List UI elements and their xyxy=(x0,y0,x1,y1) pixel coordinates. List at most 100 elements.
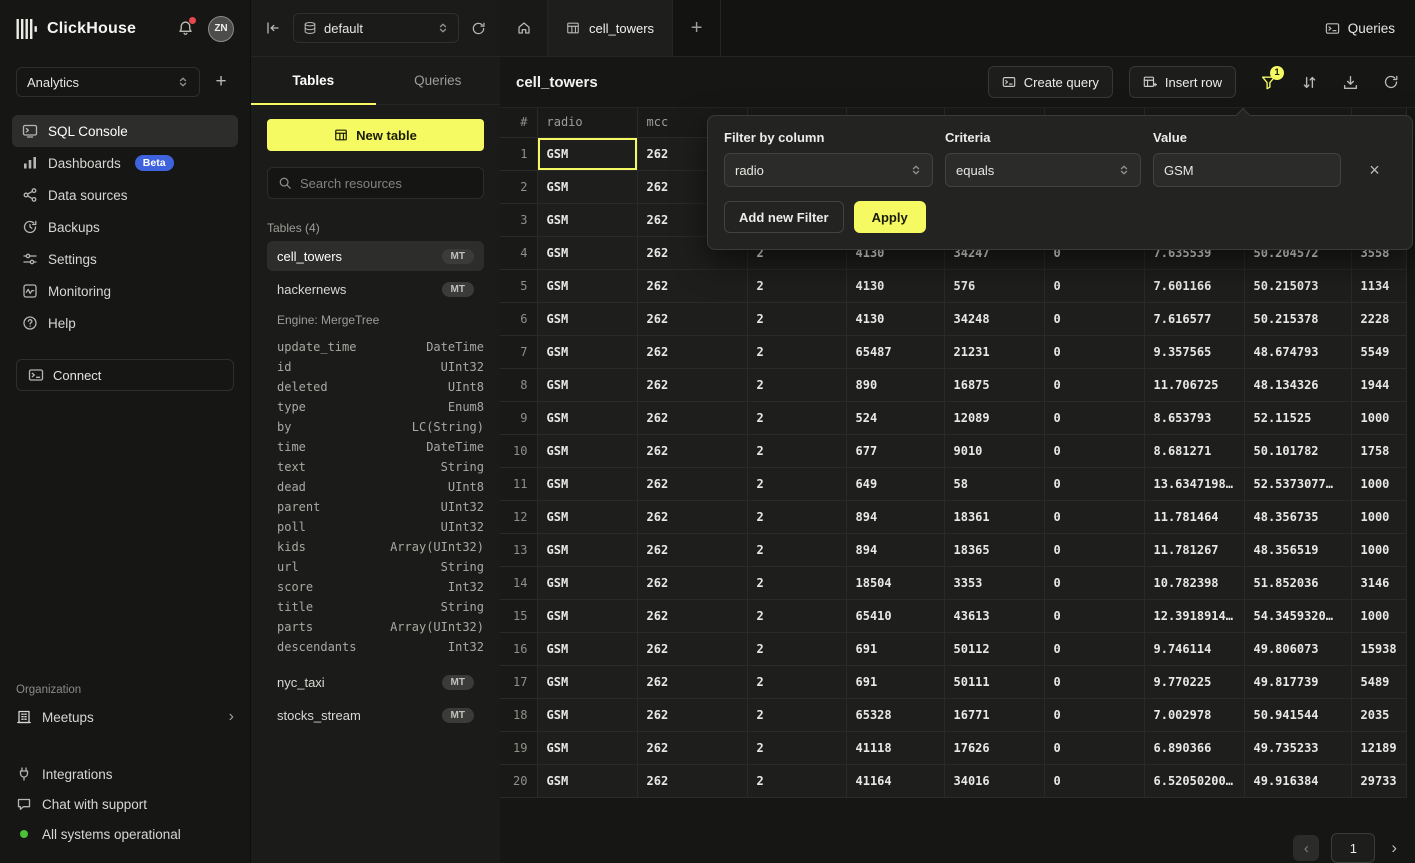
grid-cell[interactable]: 50.101782 xyxy=(1244,434,1351,467)
insert-row-button[interactable]: Insert row xyxy=(1129,66,1236,98)
grid-cell[interactable]: GSM xyxy=(537,500,637,533)
grid-cell[interactable]: GSM xyxy=(537,467,637,500)
grid-cell[interactable]: 894 xyxy=(846,500,944,533)
grid-cell[interactable]: 50.941544 xyxy=(1244,698,1351,731)
grid-cell[interactable]: 262 xyxy=(637,599,747,632)
grid-cell[interactable]: 576 xyxy=(944,269,1044,302)
grid-cell[interactable]: 262 xyxy=(637,269,747,302)
grid-cell[interactable]: 0 xyxy=(1044,500,1144,533)
grid-cell[interactable]: 13.6347198… xyxy=(1144,467,1244,500)
grid-cell[interactable]: 21231 xyxy=(944,335,1044,368)
grid-cell[interactable]: 48.134326 xyxy=(1244,368,1351,401)
refresh-grid-button[interactable] xyxy=(1383,74,1399,90)
grid-cell[interactable]: 12089 xyxy=(944,401,1044,434)
grid-cell[interactable]: 12.3918914… xyxy=(1144,599,1244,632)
grid-cell[interactable]: 41118 xyxy=(846,731,944,764)
database-selector[interactable]: default xyxy=(293,13,459,43)
grid-cell[interactable]: 2 xyxy=(747,764,846,797)
page-indicator[interactable]: 1 xyxy=(1331,833,1375,863)
grid-cell[interactable]: 0 xyxy=(1044,533,1144,566)
grid-cell[interactable]: 1000 xyxy=(1351,599,1406,632)
grid-cell[interactable]: 49.735233 xyxy=(1244,731,1351,764)
grid-cell[interactable]: GSM xyxy=(537,137,637,170)
grid-cell[interactable]: 52.11525 xyxy=(1244,401,1351,434)
grid-cell[interactable]: 0 xyxy=(1044,302,1144,335)
grid-cell[interactable]: 9010 xyxy=(944,434,1044,467)
grid-cell[interactable]: GSM xyxy=(537,566,637,599)
new-table-button[interactable]: New table xyxy=(267,119,484,151)
org-item-meetups[interactable]: Meetups› xyxy=(16,701,234,733)
grid-cell[interactable]: 0 xyxy=(1044,368,1144,401)
grid-cell[interactable]: 34016 xyxy=(944,764,1044,797)
table-item-cell_towers[interactable]: cell_towersMT xyxy=(267,241,484,271)
next-page-button[interactable]: › xyxy=(1387,838,1401,858)
grid-cell[interactable]: 262 xyxy=(637,434,747,467)
grid-cell[interactable]: 7.002978 xyxy=(1144,698,1244,731)
grid-cell[interactable]: 262 xyxy=(637,368,747,401)
grid-cell[interactable]: 262 xyxy=(637,401,747,434)
grid-cell[interactable]: 29733 xyxy=(1351,764,1406,797)
grid-cell[interactable]: 262 xyxy=(637,533,747,566)
grid-cell[interactable]: 11.706725 xyxy=(1144,368,1244,401)
grid-cell[interactable]: 0 xyxy=(1044,764,1144,797)
grid-cell[interactable]: GSM xyxy=(537,368,637,401)
add-new-filter-button[interactable]: Add new Filter xyxy=(724,201,844,233)
grid-cell[interactable]: GSM xyxy=(537,170,637,203)
grid-cell[interactable]: 262 xyxy=(637,764,747,797)
grid-cell[interactable]: 43613 xyxy=(944,599,1044,632)
grid-cell[interactable]: 4130 xyxy=(846,302,944,335)
grid-cell[interactable]: 2 xyxy=(747,566,846,599)
grid-cell[interactable]: 2 xyxy=(747,500,846,533)
grid-cell[interactable]: 48.356735 xyxy=(1244,500,1351,533)
grid-cell[interactable]: 48.674793 xyxy=(1244,335,1351,368)
filter-column-select[interactable]: radio xyxy=(724,153,933,187)
grid-cell[interactable]: 2 xyxy=(747,434,846,467)
grid-cell[interactable]: 1944 xyxy=(1351,368,1406,401)
create-query-button[interactable]: Create query xyxy=(988,66,1113,98)
grid-cell[interactable]: 890 xyxy=(846,368,944,401)
grid-cell[interactable]: GSM xyxy=(537,434,637,467)
grid-cell[interactable]: 54.3459320… xyxy=(1244,599,1351,632)
notifications-bell-icon[interactable] xyxy=(177,20,194,37)
grid-cell[interactable]: 52.5373077… xyxy=(1244,467,1351,500)
grid-cell[interactable]: 1134 xyxy=(1351,269,1406,302)
grid-cell[interactable]: 2 xyxy=(747,467,846,500)
grid-cell[interactable]: 41164 xyxy=(846,764,944,797)
grid-cell[interactable]: 2 xyxy=(747,302,846,335)
grid-cell[interactable]: 1000 xyxy=(1351,500,1406,533)
grid-cell[interactable]: GSM xyxy=(537,203,637,236)
new-tab-button[interactable]: + xyxy=(673,0,721,56)
grid-cell[interactable]: 2 xyxy=(747,698,846,731)
grid-cell[interactable]: 9.357565 xyxy=(1144,335,1244,368)
grid-cell[interactable]: GSM xyxy=(537,731,637,764)
grid-cell[interactable]: 15938 xyxy=(1351,632,1406,665)
grid-cell[interactable]: 2 xyxy=(747,533,846,566)
grid-cell[interactable]: 51.852036 xyxy=(1244,566,1351,599)
footer-item-system-status[interactable]: All systems operational xyxy=(16,819,234,849)
grid-cell[interactable]: 1758 xyxy=(1351,434,1406,467)
grid-cell[interactable]: 50112 xyxy=(944,632,1044,665)
grid-cell[interactable]: 17626 xyxy=(944,731,1044,764)
sidebar-item-dashboards[interactable]: DashboardsBeta xyxy=(12,147,238,179)
sidebar-item-settings[interactable]: Settings xyxy=(12,243,238,275)
grid-cell[interactable]: 262 xyxy=(637,632,747,665)
grid-cell[interactable]: 9.746114 xyxy=(1144,632,1244,665)
grid-cell[interactable]: 18504 xyxy=(846,566,944,599)
grid-cell[interactable]: 1000 xyxy=(1351,533,1406,566)
filter-value-input[interactable] xyxy=(1164,163,1330,178)
grid-cell[interactable]: 16771 xyxy=(944,698,1044,731)
grid-cell[interactable]: 2 xyxy=(747,665,846,698)
grid-cell[interactable]: 2 xyxy=(747,632,846,665)
grid-cell[interactable]: GSM xyxy=(537,533,637,566)
sidebar-item-backups[interactable]: Backups xyxy=(12,211,238,243)
grid-cell[interactable]: 50.215073 xyxy=(1244,269,1351,302)
filter-criteria-select[interactable]: equals xyxy=(945,153,1141,187)
tab-tables[interactable]: Tables xyxy=(251,57,376,104)
download-button[interactable] xyxy=(1342,74,1359,91)
grid-cell[interactable]: 8.653793 xyxy=(1144,401,1244,434)
grid-cell[interactable]: 1000 xyxy=(1351,401,1406,434)
grid-cell[interactable]: 10.782398 xyxy=(1144,566,1244,599)
grid-cell[interactable]: 524 xyxy=(846,401,944,434)
sidebar-item-help[interactable]: Help xyxy=(12,307,238,339)
footer-item-chat-with-support[interactable]: Chat with support xyxy=(16,789,234,819)
